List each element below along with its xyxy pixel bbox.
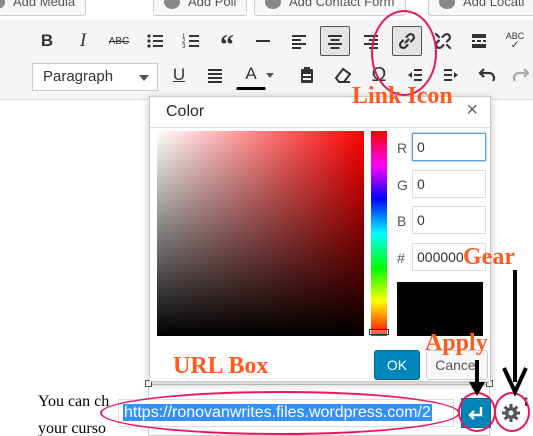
bulleted-list-icon [147,34,163,48]
add-location-button[interactable]: Add Locati [428,0,533,16]
editor-text-line-2: your curso [38,420,106,436]
format-select[interactable]: Paragraph [32,63,158,91]
underline-icon: U [172,65,186,84]
format-select-value: Paragraph [43,68,114,85]
svg-text:3: 3 [182,44,186,50]
italic-icon: I [79,30,87,51]
insert-read-more-button[interactable] [464,26,494,56]
editor-toolbar: B I ABC 123 “ ABC ✓ Paragraph U A Ω [0,20,533,100]
justify-icon [208,69,222,83]
blockquote-icon: “ [220,30,234,61]
italic-button[interactable]: I [68,26,98,56]
paste-icon [301,67,313,83]
color-picker-title: Color [166,103,205,120]
hue-slider-handle[interactable] [369,329,389,335]
add-contact-form-label: Add Contact Form [289,0,395,9]
red-label: R [397,140,408,156]
blue-label: B [397,213,407,229]
toolbar-row-2: Paragraph U A Ω [0,60,533,96]
chevron-down-icon [139,75,149,81]
location-icon [439,0,455,9]
spellcheck-button[interactable]: ABC ✓ [500,26,530,56]
numbered-list-button[interactable]: 123 [176,26,206,56]
bold-icon: B [40,31,54,50]
url-box-highlight [100,391,460,435]
redo-button[interactable] [506,60,533,90]
divider [150,127,490,128]
add-media-label: Add Media [13,0,76,9]
indent-icon [444,69,458,81]
apply-highlight [458,392,496,432]
color-preview [397,282,483,336]
spellcheck-check-icon: ✓ [510,40,520,51]
add-location-label: Add Locati [463,0,525,9]
numbered-list-icon: 123 [182,34,199,50]
strikethrough-button[interactable]: ABC [104,26,134,56]
undo-icon [478,68,496,82]
gear-arrow [502,270,528,397]
align-center-button[interactable] [320,26,350,56]
align-left-button[interactable] [284,26,314,56]
read-more-icon [472,34,486,48]
blue-input[interactable]: 0 [412,206,486,234]
bulleted-list-button[interactable] [140,26,170,56]
toolbar-row-1: B I ABC 123 “ ABC ✓ [0,26,533,62]
add-poll-button[interactable]: Add Poll [153,0,248,16]
media-icon [0,0,5,9]
green-label: G [397,177,408,193]
align-center-icon [328,35,342,49]
url-box-annotation: URL Box [173,353,269,379]
add-media-button[interactable]: Add Media [0,0,87,16]
green-input[interactable]: 0 [412,170,486,198]
apply-annotation: Apply [425,330,488,356]
gear-highlight [494,392,530,432]
add-contact-form-button[interactable]: Add Contact Form [254,0,406,16]
eraser-icon [334,67,352,83]
link-icon-annotation: Link Icon [352,83,453,109]
paste-as-text-button[interactable] [292,60,322,90]
add-poll-label: Add Poll [188,0,237,9]
hex-label: # [397,250,405,266]
gear-annotation: Gear [463,244,515,270]
saturation-value-area[interactable] [157,131,364,336]
text-color-icon: A [245,64,257,83]
align-left-icon [292,35,306,49]
red-input[interactable]: 0 [412,133,486,161]
redo-icon [512,68,530,82]
poll-icon [164,0,180,9]
ok-button[interactable]: OK [374,350,420,380]
form-icon [265,0,281,9]
close-icon[interactable]: × [466,99,478,122]
horizontal-line-button[interactable] [248,26,278,56]
bold-button[interactable]: B [32,26,62,56]
justify-button[interactable] [200,60,230,90]
text-color-dropdown[interactable] [262,60,278,90]
strikethrough-icon: ABC [108,35,130,47]
horizontal-line-icon [256,40,270,42]
underline-button[interactable]: U [164,60,194,90]
blockquote-button[interactable]: “ [212,26,242,61]
undo-button[interactable] [472,60,502,90]
caret-down-icon [266,72,274,78]
hue-slider[interactable] [371,131,387,336]
editor-text-line-1: You can ch [38,393,110,410]
media-buttons-row: Add Media Add Poll Add Contact Form Add … [0,0,533,20]
